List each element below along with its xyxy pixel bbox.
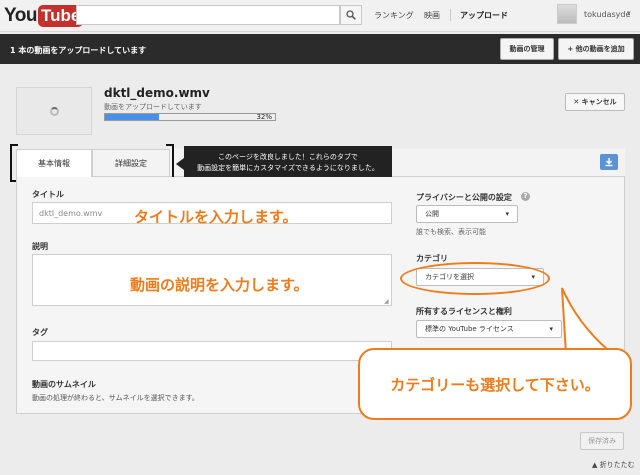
help-icon[interactable]: ? <box>521 192 530 201</box>
annotation-category-bubble: カテゴリーも選択して下さい。 <box>358 348 632 420</box>
description-label: 説明 <box>32 242 48 251</box>
thumbnail-label: 動画のサムネイル <box>32 380 96 389</box>
tags-label: タグ <box>32 328 48 337</box>
privacy-value: 公開 <box>425 210 439 218</box>
resize-handle-icon[interactable]: ◢ <box>384 298 389 305</box>
video-thumbnail <box>16 87 92 135</box>
category-label: カテゴリ <box>416 254 448 263</box>
upload-progress-bar: 32% <box>104 113 276 121</box>
progress-fill <box>105 114 160 120</box>
add-video-button[interactable]: + 他の動画を追加 <box>558 38 634 60</box>
save-button[interactable]: 保存済み <box>580 432 624 450</box>
nav-ranking[interactable]: ランキング <box>374 10 414 21</box>
logo-you: You <box>4 5 37 26</box>
tooltip-line-1: このページを改良しました！これらのタブで <box>218 153 358 161</box>
tooltip-line-2: 動画設定を簡単にカスタマイズできるようになりました。 <box>197 164 379 172</box>
license-label: 所有するライセンスと権利 <box>416 307 512 316</box>
privacy-hint: 誰でも検索、表示可能 <box>416 228 486 236</box>
privacy-select[interactable]: 公開 ▾ <box>416 205 518 223</box>
nav-upload[interactable]: アップロード <box>460 10 508 21</box>
file-name: dktl_demo.wmv <box>104 86 210 100</box>
annotation-bubble-pointer <box>561 287 611 354</box>
search-icon <box>346 10 356 20</box>
title-label: タイトル <box>32 190 64 199</box>
collapse-link[interactable]: ▲ 折りたたむ <box>592 460 635 470</box>
license-select[interactable]: 標準の YouTube ライセンス ▾ <box>416 320 562 338</box>
tab-advanced-settings[interactable]: 詳細設定 <box>92 149 170 177</box>
tooltip-arrow <box>176 158 184 170</box>
loading-spinner-icon <box>49 106 59 116</box>
annotation-category-oval <box>400 262 550 295</box>
avatar[interactable] <box>557 4 577 24</box>
chevron-down-icon: ▾ <box>505 210 509 218</box>
tabs-tooltip: このページを改良しました！これらのタブで 動画設定を簡単にカスタマイズできるよう… <box>184 146 392 180</box>
username[interactable]: tokudasyde <box>584 10 630 19</box>
manage-videos-button[interactable]: 動画の管理 <box>500 38 554 60</box>
search-button[interactable] <box>340 5 362 25</box>
download-button[interactable] <box>600 154 618 170</box>
youtube-logo[interactable]: You Tube <box>4 4 84 28</box>
license-value: 標準の YouTube ライセンス <box>425 325 514 333</box>
thumbnail-hint: 動画の処理が終わると、サムネイルを選択できます。 <box>32 394 199 402</box>
cancel-button[interactable]: ✕ キャンセル <box>565 93 625 111</box>
tags-input[interactable] <box>32 341 392 361</box>
search-input[interactable] <box>76 5 340 25</box>
upload-count-text: 1 本の動画をアップロードしています <box>10 46 147 55</box>
download-icon <box>605 158 613 167</box>
chevron-down-icon[interactable]: ▾ <box>627 9 631 17</box>
nav-movies[interactable]: 映画 <box>424 10 440 21</box>
tab-basic-info[interactable]: 基本情報 <box>16 149 92 177</box>
privacy-label: プライバシーと公開の設定 <box>416 193 512 202</box>
annotation-title-note: タイトルを入力します。 <box>134 208 298 226</box>
nav-divider <box>450 9 451 21</box>
annotation-description-note: 動画の説明を入力します。 <box>130 276 309 294</box>
progress-percent: 32% <box>256 113 272 121</box>
upload-status-text: 動画をアップロードしています <box>104 103 202 111</box>
